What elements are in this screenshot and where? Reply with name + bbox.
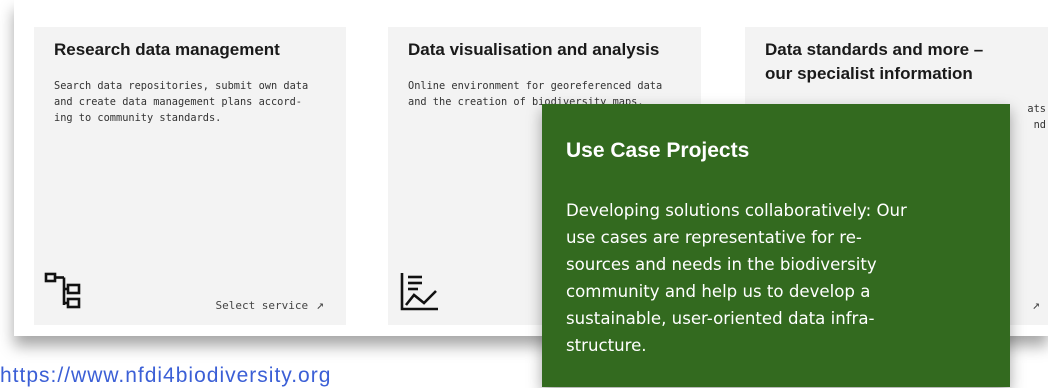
title-line: our specialist information: [765, 64, 973, 83]
arrow-up-right-icon: ↗: [1032, 298, 1040, 313]
service-card-research-data-management[interactable]: Research data management Search data rep…: [34, 27, 346, 325]
card-description: Search data repositories, submit own dat…: [54, 78, 332, 126]
description-line: Online environment for georeferenced dat…: [408, 80, 663, 92]
description-line: Search data repositories, submit own dat…: [54, 80, 309, 92]
popup-line: community and help us to develop a: [566, 282, 871, 301]
select-service-link[interactable]: Select service ↗: [215, 298, 324, 313]
popup-title: Use Case Projects: [566, 139, 750, 162]
title-line: Data standards and more –: [765, 40, 984, 59]
use-case-projects-popup[interactable]: Use Case Projects Developing solutions c…: [542, 104, 1010, 387]
card-title: Data visualisation and analysis: [408, 40, 660, 59]
popup-line: sustainable, user-oriented data infra-: [566, 309, 875, 328]
website-url[interactable]: https://www.nfdi4biodiversity.org: [0, 364, 370, 388]
popup-line: use cases are representative for re-: [566, 228, 862, 247]
popup-line: structure.: [566, 336, 647, 355]
card-title: Research data management: [54, 40, 280, 59]
line-chart-icon: [400, 273, 438, 311]
description-line: and create data management plans accord-: [54, 96, 302, 108]
card-title: Data standards and more – our specialist…: [765, 38, 1034, 86]
description-line: ing to community standards.: [54, 112, 222, 124]
popup-body: Developing solutions collaboratively: Ou…: [566, 197, 994, 359]
hierarchy-icon: [44, 272, 81, 309]
popup-line: sources and needs in the biodiversity: [566, 255, 877, 274]
select-service-label: Select service: [215, 299, 309, 312]
description-fragment: ats: [1027, 103, 1046, 115]
arrow-up-right-icon: ↗: [316, 298, 324, 313]
popup-line: Developing solutions collaboratively: Ou…: [566, 201, 907, 220]
select-service-link[interactable]: ↗: [1024, 298, 1040, 313]
card-description: ats nd: [1027, 101, 1046, 133]
description-fragment: nd: [1033, 119, 1046, 131]
